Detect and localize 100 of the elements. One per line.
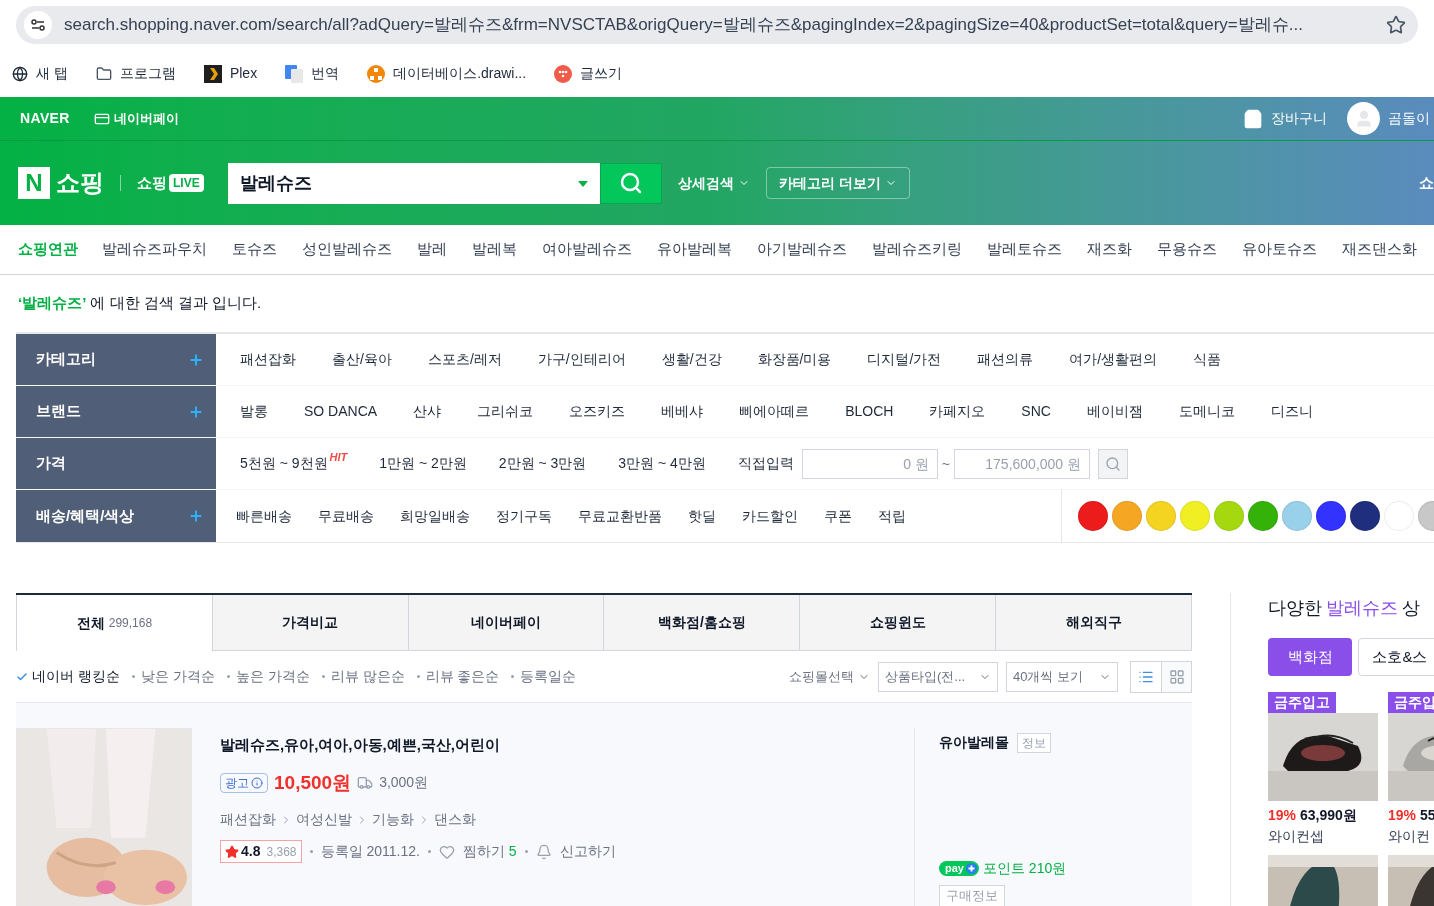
related-keyword[interactable]: 성인발레슈즈 — [302, 238, 392, 261]
filter-option[interactable]: 산샤 — [413, 401, 442, 422]
filter-option[interactable]: 도메니코 — [1178, 401, 1235, 422]
grid-view-button[interactable] — [1161, 661, 1191, 692]
color-swatch[interactable] — [1350, 501, 1380, 531]
bookmark[interactable]: 글쓰기 — [554, 63, 623, 84]
bookmark[interactable]: Plex — [203, 63, 258, 84]
avatar[interactable] — [1347, 102, 1380, 135]
rating-badge[interactable]: 4.8 3,368 — [220, 840, 302, 863]
filter-option[interactable]: 패션잡화 — [240, 349, 296, 370]
sort-option[interactable]: 낮은 가격순 — [131, 666, 215, 687]
store-name[interactable]: 와이컨 — [1388, 826, 1434, 847]
filter-option[interactable]: 카페지오 — [929, 401, 986, 422]
filter-option[interactable]: 오즈키즈 — [569, 401, 626, 422]
filter-option[interactable]: 카드할인 — [742, 505, 798, 527]
related-keyword[interactable]: 유아토슈즈 — [1242, 238, 1317, 261]
related-keyword[interactable]: 여아발레슈즈 — [542, 238, 632, 261]
sidebar-chip[interactable]: 소호&스 — [1358, 638, 1434, 676]
filter-option[interactable]: 그리쉬코 — [477, 401, 534, 422]
filter-option[interactable]: 쿠폰 — [824, 505, 852, 527]
color-swatch[interactable] — [1078, 501, 1108, 531]
bookmark[interactable]: 새 탭 — [12, 63, 68, 84]
product-title[interactable]: 발레슈즈,유아,여아,아동,예쁜,국산,어린이 — [220, 734, 914, 757]
color-swatch[interactable] — [1112, 501, 1142, 531]
bookmark[interactable]: 프로그램 — [95, 63, 176, 84]
related-keyword[interactable]: 발레슈즈파우치 — [102, 238, 207, 261]
address-bar[interactable]: search.shopping.naver.com/search/all?adQuery=발레슈즈&frm=NVSCTAB&origQuery=발레슈즈&pagingIndex=2&pagingSize=40&productSet=total&query=발레슈... — [16, 6, 1418, 44]
header-link[interactable]: 쇼 — [1419, 171, 1434, 195]
result-tab[interactable]: 네이버페이 — [408, 595, 605, 651]
related-keyword[interactable]: 발레복 — [472, 238, 517, 261]
result-tab[interactable]: 해외직구 — [996, 595, 1192, 651]
bookmark[interactable]: 데이터베이스.drawi... — [367, 63, 527, 84]
plus-icon[interactable] — [188, 351, 204, 368]
plus-icon[interactable] — [188, 508, 204, 524]
related-keyword[interactable]: 유아발레복 — [657, 238, 732, 261]
sort-option[interactable]: 높은 가격순 — [226, 666, 310, 687]
min-price-field[interactable]: 0 원 — [801, 448, 938, 479]
color-swatch[interactable] — [1282, 501, 1312, 531]
category-link[interactable]: 여성신발 — [296, 809, 352, 830]
filter-option[interactable]: 희망일배송 — [400, 505, 470, 527]
bookmark[interactable]: 번역 — [285, 63, 340, 84]
filter-option[interactable]: 무료배송 — [318, 505, 374, 527]
filter-option[interactable]: 삐에아떼르 — [739, 401, 810, 422]
filter-option[interactable]: BLOCH — [845, 401, 894, 422]
result-tab[interactable]: 가격비교 — [212, 595, 409, 651]
filter-label[interactable]: 카테고리 — [36, 348, 96, 371]
filter-option[interactable]: 생활/건강 — [661, 349, 722, 370]
filter-option[interactable]: 정기구독 — [496, 505, 552, 527]
price-option[interactable]: 1만원 ~ 2만원 — [379, 453, 467, 474]
site-settings-icon[interactable] — [24, 11, 52, 39]
related-keyword[interactable]: 재즈화 — [1087, 238, 1132, 261]
filter-option[interactable]: 화장품/미용 — [757, 349, 832, 370]
filter-label[interactable]: 브랜드 — [36, 400, 81, 423]
result-tab[interactable]: 전체 299,168 — [16, 595, 213, 651]
related-keyword[interactable]: 아기발레슈즈 — [757, 238, 847, 261]
product-type-select[interactable]: 상품타입(전... — [878, 661, 998, 692]
result-tab[interactable]: 쇼핑윈도 — [800, 595, 997, 651]
price-option[interactable]: 2만원 ~ 3만원 — [498, 453, 587, 474]
category-link[interactable]: 댄스화 — [434, 809, 476, 830]
dropdown-caret-icon[interactable] — [577, 180, 588, 187]
color-swatch[interactable] — [1180, 501, 1210, 531]
report-link[interactable]: 신고하기 — [559, 841, 616, 862]
filter-option[interactable]: 발롱 — [240, 401, 268, 422]
user-name[interactable]: 곰돌이 — [1388, 108, 1430, 129]
related-keyword[interactable]: 재즈댄스화 — [1342, 238, 1417, 261]
plus-icon[interactable] — [188, 403, 204, 420]
filter-label[interactable]: 가격 — [36, 452, 66, 475]
filter-option[interactable]: 빠른배송 — [236, 505, 292, 527]
bookmark-star-icon[interactable] — [1386, 15, 1406, 35]
sort-option[interactable]: 등록일순 — [511, 666, 577, 687]
color-swatch[interactable] — [1248, 501, 1278, 531]
price-option[interactable]: 3만원 ~ 4만원 — [618, 453, 706, 474]
filter-option[interactable]: 베이비잼 — [1086, 401, 1143, 422]
filter-option[interactable]: 무료교환반품 — [578, 505, 662, 527]
filter-option[interactable]: 패션의류 — [977, 349, 1034, 370]
filter-label[interactable]: 배송/혜택/색상 — [36, 504, 135, 528]
filter-option[interactable]: 가구/인테리어 — [537, 349, 626, 370]
search-button[interactable] — [599, 162, 662, 204]
ad-badge[interactable]: 광고 — [220, 772, 268, 793]
filter-option[interactable]: SO DANCA — [304, 401, 378, 422]
mall-select-button[interactable]: 쇼핑몰선택 — [789, 666, 870, 687]
max-price-field[interactable]: 175,600,000 원 — [954, 448, 1091, 479]
color-swatch[interactable] — [1214, 501, 1244, 531]
related-keyword[interactable]: 토슈즈 — [232, 238, 277, 261]
related-keyword[interactable]: 발레토슈즈 — [987, 238, 1062, 261]
page-size-select[interactable]: 40개씩 보기 — [1006, 661, 1118, 692]
related-keyword[interactable]: 발레 — [417, 238, 447, 261]
sort-option[interactable]: 리뷰 많은순 — [321, 666, 405, 687]
related-keyword[interactable]: 무용슈즈 — [1157, 238, 1217, 261]
filter-option[interactable]: 여가/생활편의 — [1069, 349, 1158, 370]
sidebar-chip[interactable]: 백화점 — [1268, 638, 1352, 676]
category-link[interactable]: 기능화 — [372, 809, 414, 830]
mall-name[interactable]: 유아발레몰 — [939, 732, 1009, 753]
filter-option[interactable]: 적립 — [878, 505, 906, 527]
filter-option[interactable]: 디즈니 — [1270, 401, 1313, 422]
filter-option[interactable]: 스포츠/레저 — [427, 349, 502, 370]
wish-label[interactable]: 찜하기 — [462, 841, 505, 862]
bell-icon[interactable] — [535, 843, 552, 860]
filter-option[interactable]: SNC — [1021, 401, 1051, 422]
related-keyword[interactable]: 발레슈즈키링 — [872, 238, 962, 261]
